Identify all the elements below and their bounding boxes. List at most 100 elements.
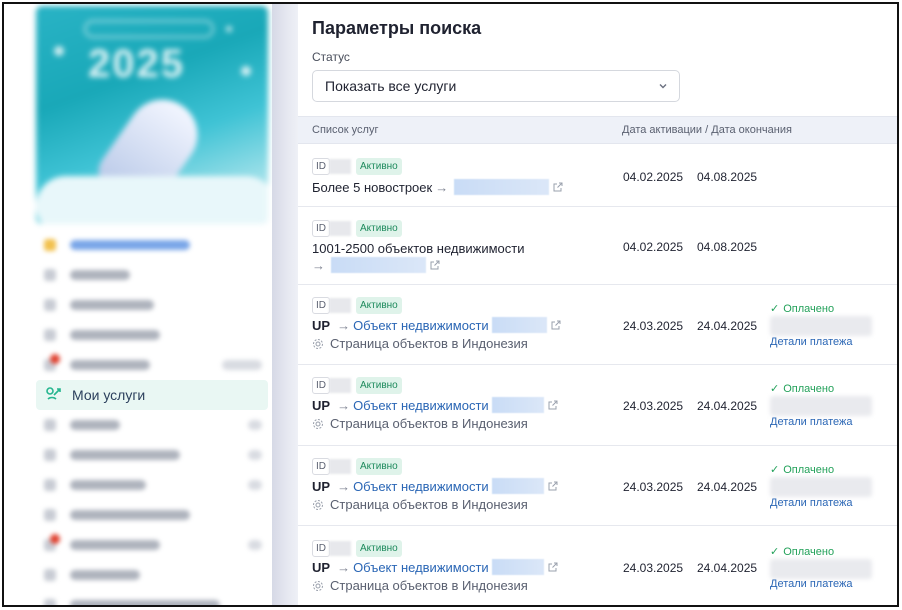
sidebar-item-label — [70, 480, 146, 490]
sidebar-item-blurred[interactable] — [36, 260, 272, 290]
service-link[interactable]: Объект недвижимости — [353, 479, 489, 494]
star-icon — [54, 46, 64, 56]
external-link-icon[interactable] — [430, 260, 440, 270]
table-row: ID Активно UP → Объект недвижимости Стра… — [298, 526, 897, 605]
service-link[interactable]: Объект недвижимости — [353, 318, 489, 333]
object-id-redacted — [491, 317, 547, 333]
external-link-icon[interactable] — [548, 481, 558, 491]
banner-ribbon — [84, 20, 214, 38]
sidebar-item-label — [70, 240, 190, 250]
notification-dot — [50, 354, 60, 364]
column-header-dates: Дата активации / Дата окончания — [622, 124, 792, 136]
id-value-redacted — [329, 378, 351, 393]
sidebar-item-blurred[interactable] — [36, 290, 272, 320]
date-activation: 24.03.2025 — [623, 561, 684, 575]
sidebar-item-blurred[interactable] — [36, 320, 272, 350]
service-subtitle-text: Страница объектов в Индонезия — [330, 336, 528, 351]
menu-icon — [44, 599, 56, 605]
service-subtitle: Страница объектов в Индонезия — [312, 336, 528, 351]
sidebar: 2025 Мои услуги — [4, 4, 272, 605]
service-subtitle: Страница объектов в Индонезия — [312, 416, 528, 431]
id-tag: ID — [312, 297, 351, 314]
table-row: ID Активно 1001-2500 объектов недвижимос… — [298, 207, 897, 285]
service-title: Более 5 новостроек — [312, 179, 433, 195]
payment-status: ✓ Оплачено — [770, 463, 835, 477]
check-icon: ✓ — [770, 383, 780, 395]
id-value-redacted — [329, 459, 351, 474]
payment-amount-redacted — [770, 559, 872, 579]
object-id-redacted — [491, 559, 544, 575]
sidebar-item-label — [70, 420, 120, 430]
arrow-right-icon: → — [337, 478, 351, 494]
menu-icon — [44, 569, 56, 581]
arrow-right-icon: → — [312, 257, 325, 273]
gear-icon — [313, 418, 323, 429]
gear-icon — [313, 499, 323, 510]
payment-details-link[interactable]: Детали платежа — [770, 416, 853, 428]
sidebar-menu: Мои услуги — [36, 230, 272, 605]
sidebar-item-blurred[interactable] — [36, 500, 272, 530]
promo-banner[interactable]: 2025 — [36, 6, 268, 224]
status-select[interactable]: Показать все услуги — [312, 70, 680, 102]
payment-details-link[interactable]: Детали платежа — [770, 336, 853, 348]
external-link-icon[interactable] — [553, 182, 563, 192]
id-value-redacted — [329, 541, 351, 556]
service-link-redacted[interactable] — [331, 257, 426, 273]
sidebar-item-label — [70, 330, 160, 340]
service-link-line: → — [312, 257, 440, 273]
sidebar-item-blurred[interactable] — [36, 590, 272, 605]
service-prefix: UP — [312, 397, 331, 413]
id-label: ID — [312, 220, 330, 237]
table-row: ID Активно Более 5 новостроек → 04.02.20… — [298, 145, 897, 207]
service-name: UP → Объект недвижимости — [312, 559, 558, 575]
sidebar-item-blurred[interactable] — [36, 530, 272, 560]
payment-amount-redacted — [770, 316, 872, 336]
status-badge: Активно — [356, 377, 402, 394]
menu-icon — [44, 479, 56, 491]
payment-details-link[interactable]: Детали платежа — [770, 578, 853, 590]
star-icon — [226, 26, 232, 32]
sidebar-item-my-services[interactable]: Мои услуги — [36, 380, 268, 410]
table-row: ID Активно UP → Объект недвижимости Стра… — [298, 365, 897, 446]
object-id-redacted — [491, 478, 544, 494]
service-link[interactable]: Объект недвижимости — [353, 398, 489, 413]
service-link[interactable]: Объект недвижимости — [353, 560, 489, 575]
service-prefix: UP — [312, 559, 331, 575]
external-link-icon[interactable] — [551, 320, 561, 330]
date-end: 04.08.2025 — [697, 240, 758, 254]
date-activation: 04.02.2025 — [623, 170, 684, 184]
table-row: ID Активно UP → Объект недвижимости Стра… — [298, 285, 897, 365]
id-tag: ID — [312, 458, 351, 475]
menu-icon — [44, 299, 56, 311]
sidebar-item-badge — [248, 480, 262, 490]
external-link-icon[interactable] — [548, 562, 558, 572]
sidebar-item-blurred[interactable] — [36, 350, 272, 380]
sidebar-item-label — [70, 300, 154, 310]
payment-status-text: Оплачено — [783, 463, 835, 476]
menu-icon — [44, 269, 56, 281]
page-title: Параметры поиска — [312, 18, 482, 38]
service-prefix: UP — [312, 317, 331, 333]
payment-details-link[interactable]: Детали платежа — [770, 497, 853, 509]
gear-icon — [313, 580, 323, 591]
arrow-right-icon: → — [337, 317, 351, 333]
sidebar-item-label — [70, 270, 130, 280]
sidebar-item-label — [70, 450, 180, 460]
sidebar-item-blurred[interactable] — [36, 410, 272, 440]
service-link-redacted[interactable] — [454, 179, 550, 195]
date-end: 24.04.2025 — [697, 480, 758, 494]
external-link-icon[interactable] — [548, 400, 558, 410]
sidebar-item-blurred[interactable] — [36, 560, 272, 590]
service-subtitle-text: Страница объектов в Индонезия — [330, 416, 528, 431]
status-badge: Активно — [356, 458, 402, 475]
status-label: Статус — [312, 50, 350, 64]
sidebar-item-promo[interactable] — [36, 230, 272, 260]
date-activation: 24.03.2025 — [623, 399, 684, 413]
app-window: 2025 Мои услуги Параметры поиска Статус … — [2, 2, 899, 607]
sidebar-item-blurred[interactable] — [36, 470, 272, 500]
status-badge: Активно — [356, 220, 402, 237]
payment-amount-redacted — [770, 396, 872, 416]
sidebar-item-blurred[interactable] — [36, 440, 272, 470]
arrow-right-icon: → — [337, 397, 351, 413]
sidebar-item-label — [70, 600, 220, 605]
